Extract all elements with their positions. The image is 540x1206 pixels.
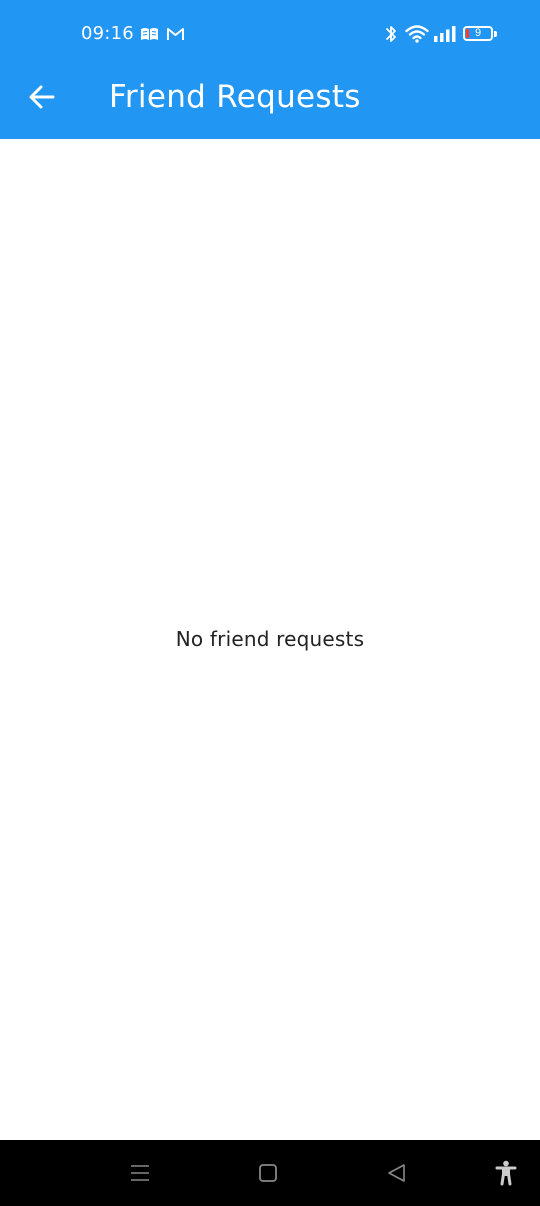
wifi-icon: [405, 25, 429, 43]
status-time: 09:16: [81, 23, 134, 44]
system-navigation-bar: [0, 1140, 540, 1206]
back-icon: [388, 1164, 405, 1182]
home-button[interactable]: [248, 1153, 288, 1193]
battery-level-text: 9: [474, 27, 482, 39]
battery-icon: 9: [463, 26, 493, 41]
system-back-button[interactable]: [377, 1153, 417, 1193]
back-button[interactable]: [18, 73, 66, 121]
page-title: Friend Requests: [109, 79, 361, 115]
main-content: No friend requests: [0, 139, 540, 1140]
book-icon: [141, 28, 158, 40]
app-bar: 09:16 9 Friend Requests: [0, 0, 540, 139]
menu-icon: [131, 1165, 149, 1181]
accessibility-button[interactable]: [486, 1153, 526, 1193]
gmail-icon: [167, 28, 184, 40]
home-icon: [259, 1164, 277, 1182]
bluetooth-icon: [386, 26, 396, 42]
recent-apps-button[interactable]: [120, 1153, 160, 1193]
signal-icon: [434, 26, 456, 42]
accessibility-icon: [495, 1160, 517, 1186]
status-bar: 09:16 9: [0, 0, 540, 68]
arrow-left-icon: [29, 85, 55, 109]
battery-terminal: [494, 31, 497, 37]
empty-state-message: No friend requests: [175, 627, 365, 651]
